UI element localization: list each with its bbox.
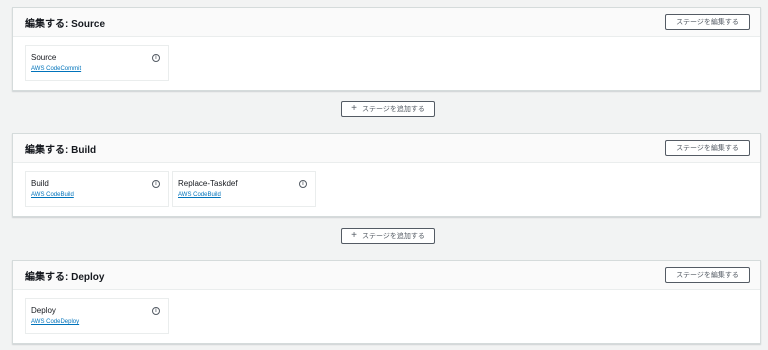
stage-actions: Source AWS CodeCommit i — [13, 37, 760, 81]
stage-title: 編集する: Deploy — [25, 271, 105, 283]
stage-header: 編集する: Build ステージを編集する — [13, 134, 760, 163]
action-provider-link[interactable]: AWS CodeBuild — [31, 192, 168, 198]
stage-actions: Build AWS CodeBuild i Replace-Taskdef AW… — [13, 163, 760, 207]
action-name: Source — [31, 53, 57, 62]
action-card-deploy[interactable]: Deploy AWS CodeDeploy i — [25, 298, 169, 334]
add-stage-button[interactable]: + ステージを追加する — [341, 228, 435, 244]
plus-icon: + — [351, 103, 357, 114]
add-stage-label: ステージを追加する — [361, 233, 425, 240]
edit-stage-button[interactable]: ステージを編集する — [665, 140, 750, 156]
edit-stage-button[interactable]: ステージを編集する — [665, 267, 750, 283]
plus-icon: + — [351, 230, 357, 241]
stage-title: 編集する: Source — [25, 18, 106, 30]
action-provider-link[interactable]: AWS CodeBuild — [178, 192, 315, 198]
stage-header: 編集する: Source ステージを編集する — [13, 8, 760, 37]
info-icon[interactable]: i — [152, 307, 160, 315]
action-provider-link[interactable]: AWS CodeCommit — [31, 66, 168, 72]
add-stage-row: + ステージを追加する — [0, 101, 768, 117]
action-card-replace-taskdef[interactable]: Replace-Taskdef AWS CodeBuild i — [172, 171, 316, 207]
add-stage-row: + ステージを追加する — [0, 228, 768, 244]
stage-header: 編集する: Deploy ステージを編集する — [13, 261, 760, 290]
stage-build: 編集する: Build ステージを編集する Build AWS CodeBuil… — [12, 133, 761, 217]
action-name: Build — [31, 179, 49, 188]
action-card-build[interactable]: Build AWS CodeBuild i — [25, 171, 169, 207]
info-icon[interactable]: i — [152, 54, 160, 62]
action-provider-link[interactable]: AWS CodeDeploy — [31, 319, 168, 325]
stage-source: 編集する: Source ステージを編集する Source AWS CodeCo… — [12, 7, 761, 91]
add-stage-label: ステージを追加する — [361, 106, 425, 113]
add-stage-button[interactable]: + ステージを追加する — [341, 101, 435, 117]
action-card-source[interactable]: Source AWS CodeCommit i — [25, 45, 169, 81]
action-name: Replace-Taskdef — [178, 179, 238, 188]
stage-title: 編集する: Build — [25, 144, 97, 156]
stage-actions: Deploy AWS CodeDeploy i — [13, 290, 760, 334]
action-name: Deploy — [31, 306, 56, 315]
info-icon[interactable]: i — [299, 180, 307, 188]
info-icon[interactable]: i — [152, 180, 160, 188]
edit-stage-button[interactable]: ステージを編集する — [665, 14, 750, 30]
stage-deploy: 編集する: Deploy ステージを編集する Deploy AWS CodeDe… — [12, 260, 761, 344]
